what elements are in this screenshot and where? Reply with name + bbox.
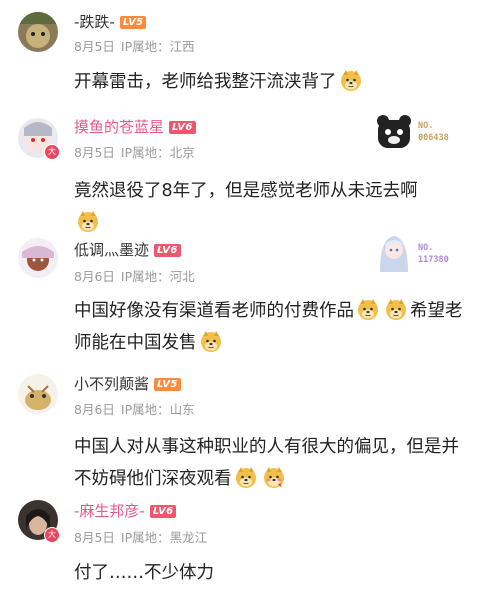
username-text[interactable]: 小不列颠酱 [74, 375, 149, 393]
vip-badge: 大 [44, 144, 60, 160]
username-text[interactable]: 摸鱼的苍蓝星 [74, 118, 164, 136]
anime-girl-icon [374, 232, 414, 272]
comment-meta: 8月6日 IP属地：河北 [74, 266, 201, 285]
comment-text-content: 开幕雷击，老师给我整汗流浃背了 [74, 72, 337, 92]
ip-location: 江西 [169, 39, 195, 54]
username[interactable]: 摸鱼的苍蓝星 LV6 [74, 118, 196, 136]
ip-label: IP属地： [120, 145, 170, 160]
avatar[interactable] [18, 12, 58, 52]
level-badge: LV5 [154, 378, 181, 391]
comment-text: 中国人对从事这种职业的人有很大的偏见，但是并不妨碍他们深夜观看 [74, 431, 474, 495]
comment-date: 8月6日 [74, 269, 115, 284]
avatar[interactable] [18, 238, 58, 278]
doge-emoji-icon [199, 329, 223, 353]
comment-meta: 8月6日 IP属地：山东 [74, 399, 201, 418]
level-badge: LV6 [169, 121, 196, 134]
doge-emoji-icon [356, 297, 380, 321]
username[interactable]: -跌跌- LV5 [74, 13, 147, 31]
level-badge: LV6 [154, 244, 181, 257]
comment-text: 竟然退役了8年了，但是感觉老师从未远去啊 [74, 175, 474, 239]
comment-date: 8月5日 [74, 530, 115, 545]
ip-label: IP属地： [120, 402, 170, 417]
ip-location: 北京 [169, 145, 195, 160]
username-text[interactable]: -跌跌- [74, 13, 115, 31]
ip-location: 黑龙江 [169, 530, 208, 545]
fan-card-number: NO. 006438 [418, 121, 449, 143]
level-badge: LV5 [119, 16, 147, 29]
vip-badge: 大 [44, 527, 60, 543]
doge-emoji-icon [76, 209, 100, 233]
bear-icon [377, 115, 411, 148]
fan-card-decoration: NO. 117380 [374, 232, 470, 272]
comment-date: 8月5日 [74, 145, 115, 160]
username-text[interactable]: 低调灬墨迹 [74, 241, 149, 259]
username-text[interactable]: -麻生邦彦- [74, 502, 145, 520]
comment-text: 开幕雷击，老师给我整汗流浃背了 [74, 66, 474, 98]
ip-label: IP属地： [120, 269, 170, 284]
blushing-doge-emoji-icon [262, 465, 286, 489]
ip-label: IP属地： [120, 39, 170, 54]
ip-location: 河北 [169, 269, 195, 284]
username[interactable]: 低调灬墨迹 LV6 [74, 241, 181, 259]
fan-card-decoration: NO. 006438 [374, 112, 470, 152]
avatar[interactable] [18, 374, 58, 414]
comment-date: 8月6日 [74, 402, 115, 417]
comment-text: 中国好像没有渠道看老师的付费作品 希望老师能在中国发售 [74, 295, 474, 359]
username[interactable]: -麻生邦彦- LV6 [74, 502, 177, 520]
comment-text-content: 中国好像没有渠道看老师的付费作品 [74, 301, 354, 321]
comment-text: 付了……不少体力 [74, 557, 474, 589]
comment-meta: 8月5日 IP属地：黑龙江 [74, 527, 213, 546]
comment-date: 8月5日 [74, 39, 115, 54]
ip-location: 山东 [169, 402, 195, 417]
ip-label: IP属地： [120, 530, 170, 545]
comment-text-content: 竟然退役了8年了，但是感觉老师从未远去啊 [74, 181, 418, 201]
doge-emoji-icon [339, 68, 363, 92]
fan-card-number: NO. 117380 [418, 243, 449, 265]
username[interactable]: 小不列颠酱 LV5 [74, 375, 181, 393]
comment-meta: 8月5日 IP属地：江西 [74, 36, 201, 55]
doge-emoji-icon [234, 465, 258, 489]
comment-text-content: 付了……不少体力 [74, 563, 214, 583]
comment-meta: 8月5日 IP属地：北京 [74, 142, 201, 161]
level-badge: LV6 [149, 505, 177, 518]
doge-emoji-icon [384, 297, 408, 321]
